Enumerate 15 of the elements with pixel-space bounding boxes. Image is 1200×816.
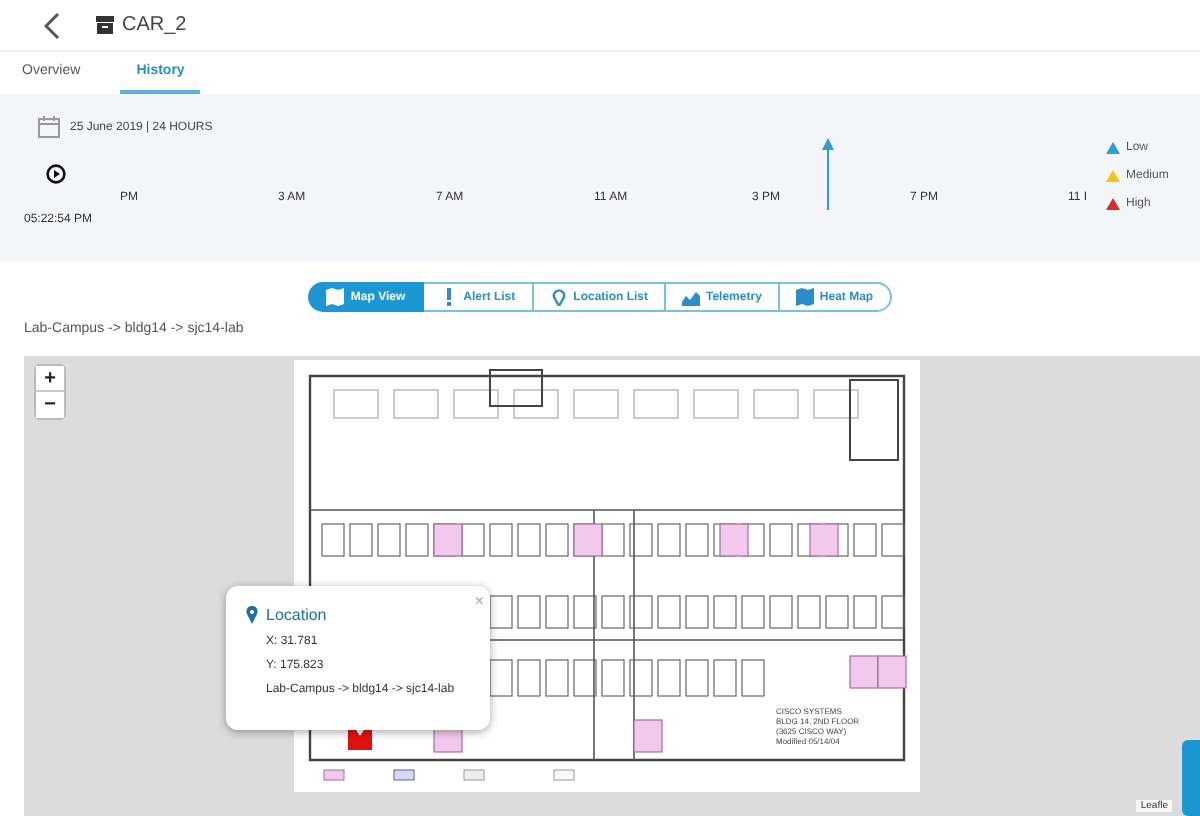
area-chart-icon [682,288,700,306]
close-button[interactable]: × [474,592,484,610]
map-icon [795,288,814,306]
box-icon [96,16,114,34]
popup-title: Location [266,606,327,624]
pin-icon [246,606,258,624]
play-icon[interactable] [46,164,66,184]
zoom-in-button[interactable]: + [36,366,64,392]
back-icon[interactable] [44,11,60,39]
location-marker[interactable] [348,730,372,750]
event-marker[interactable] [822,138,834,210]
calendar-icon[interactable] [38,116,60,138]
device-title: CAR_2 [122,14,187,36]
map-icon [326,288,345,306]
pin-icon [549,288,568,306]
